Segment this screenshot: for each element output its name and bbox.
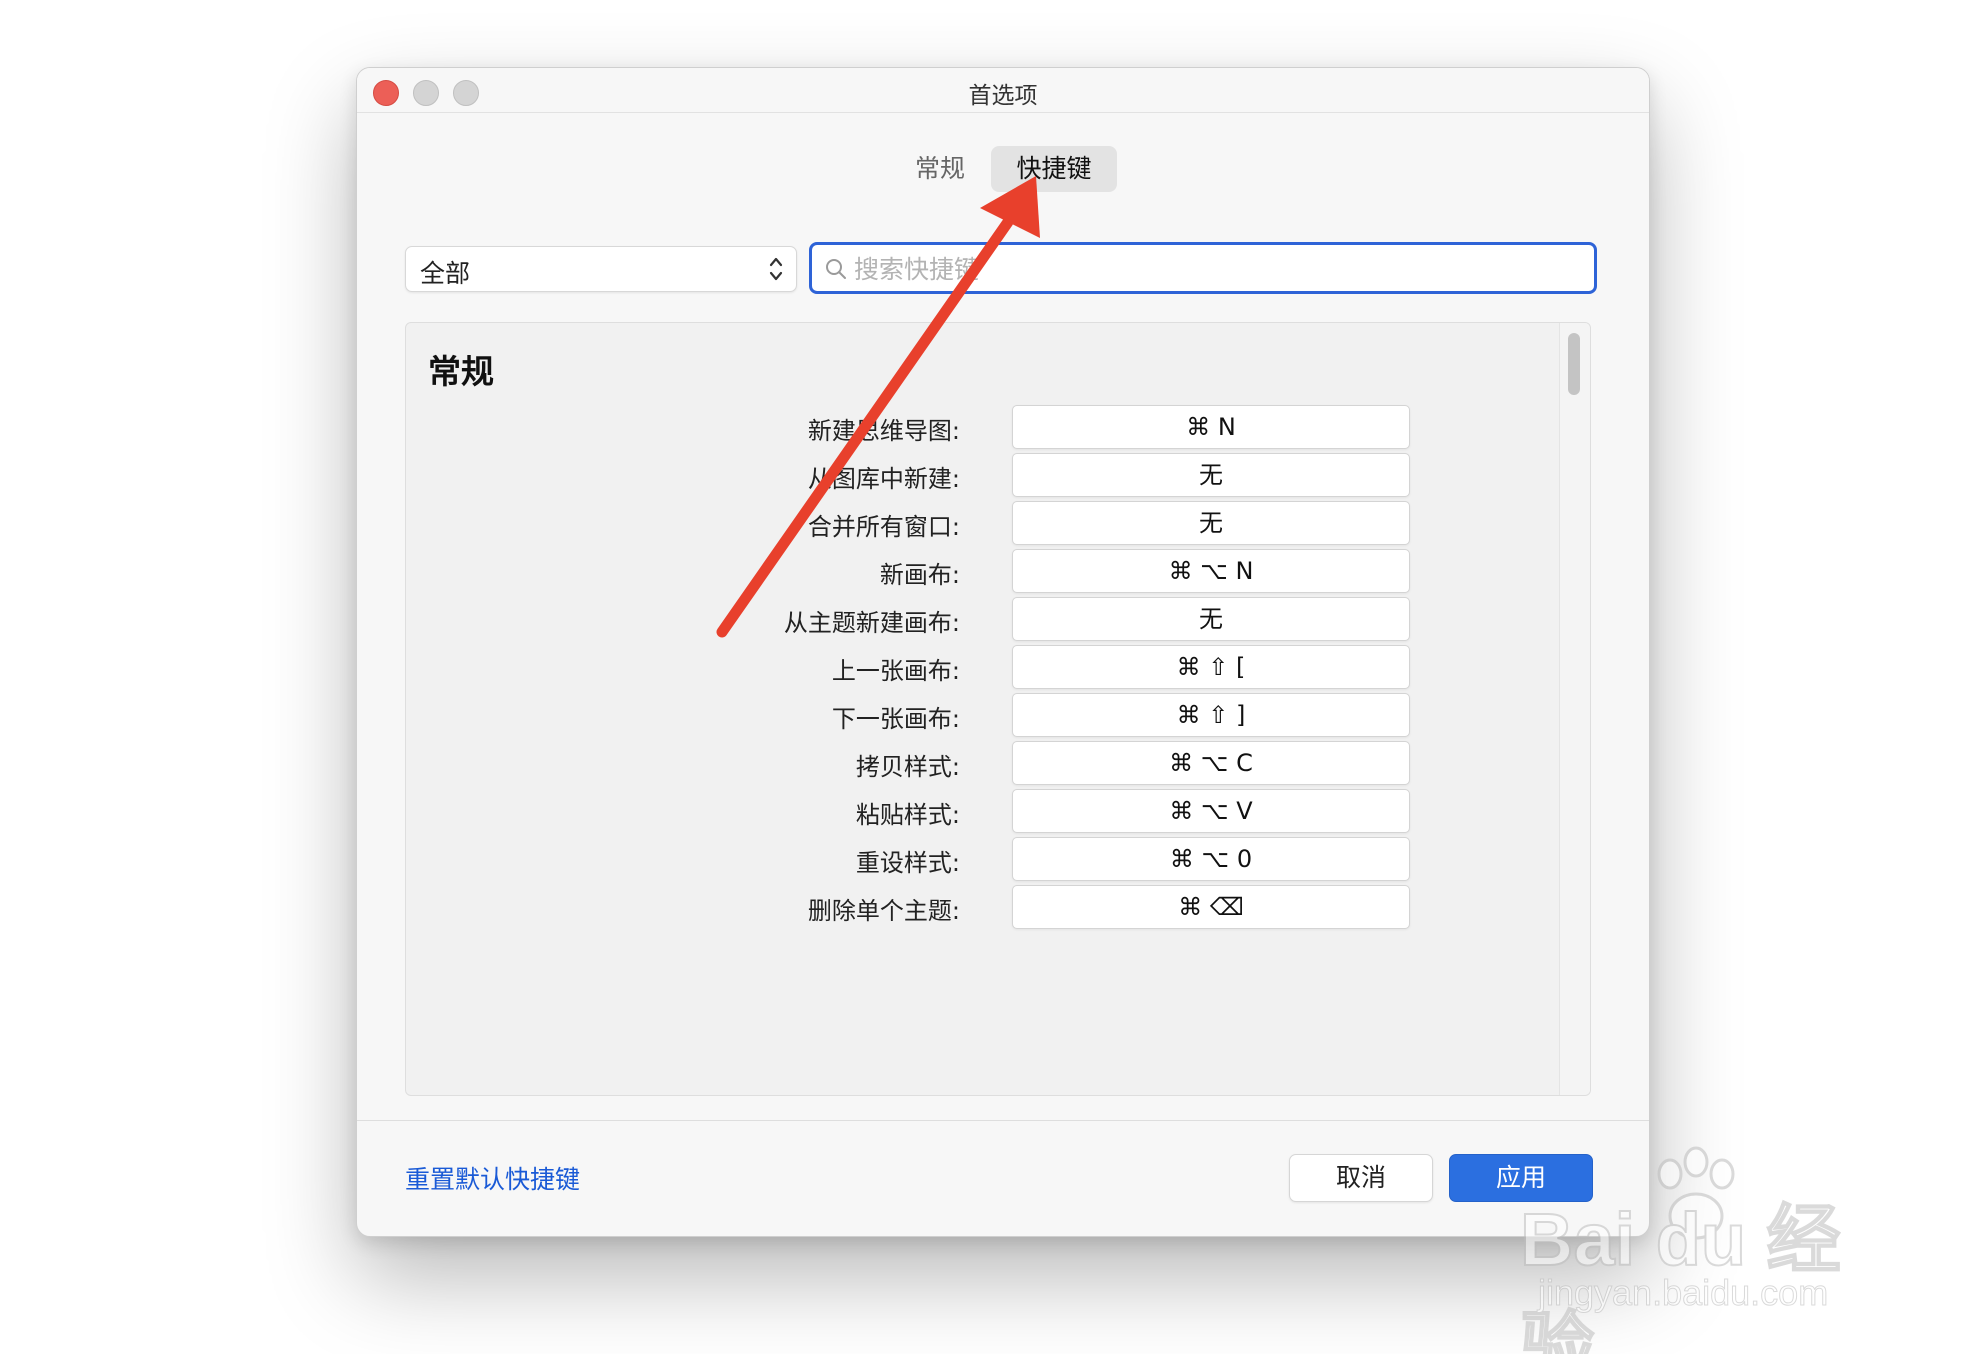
shortcut-row: 新建思维导图: ⌘ N — [406, 405, 1556, 449]
shortcut-key-field[interactable]: ⌘ ⌫ — [1012, 885, 1410, 929]
preferences-tabs: 常规 快捷键 — [357, 146, 1649, 192]
shortcut-label: 删除单个主题: — [807, 897, 960, 925]
updown-chevron-icon — [769, 257, 783, 281]
shortcut-label: 从主题新建画布: — [783, 609, 960, 637]
shortcut-key-field[interactable]: ⌘ ⌥ C — [1012, 741, 1410, 785]
search-icon — [826, 259, 846, 279]
tab-shortcuts[interactable]: 快捷键 — [991, 146, 1117, 192]
shortcut-row: 合并所有窗口: 无 — [406, 501, 1556, 545]
shortcut-row: 粘贴样式: ⌘ ⌥ V — [406, 789, 1556, 833]
shortcut-label: 重设样式: — [855, 849, 960, 877]
search-input[interactable] — [852, 245, 1576, 293]
shortcut-label: 新建思维导图: — [807, 417, 960, 445]
shortcut-key-field[interactable]: ⌘ ⌥ V — [1012, 789, 1410, 833]
title-bar: 首选项 — [357, 68, 1649, 113]
tab-general[interactable]: 常规 — [897, 146, 983, 192]
shortcut-label: 上一张画布: — [831, 657, 960, 685]
footer-divider — [357, 1120, 1649, 1121]
section-title: 常规 — [428, 352, 494, 391]
shortcut-row: 下一张画布: ⌘ ⇧ ] — [406, 693, 1556, 737]
shortcut-key-field[interactable]: ⌘ ⌥ N — [1012, 549, 1410, 593]
reset-defaults-link[interactable]: 重置默认快捷键 — [405, 1160, 580, 1196]
shortcut-key-field[interactable]: 无 — [1012, 453, 1410, 497]
scrollbar-thumb[interactable] — [1568, 333, 1580, 395]
watermark-brand: Bai du 经验 — [1519, 1197, 1842, 1354]
shortcut-label: 拷贝样式: — [855, 753, 960, 781]
cancel-button[interactable]: 取消 — [1289, 1154, 1433, 1202]
shortcut-key-field[interactable]: 无 — [1012, 501, 1410, 545]
shortcut-row: 删除单个主题: ⌘ ⌫ — [406, 885, 1556, 929]
shortcut-row: 上一张画布: ⌘ ⇧ [ — [406, 645, 1556, 689]
shortcut-label: 合并所有窗口: — [807, 513, 960, 541]
shortcut-key-field[interactable]: ⌘ N — [1012, 405, 1410, 449]
scrollbar[interactable] — [1559, 323, 1590, 1095]
baidu-watermark: Bai du 经验 jingyan.baidu.com — [1519, 1140, 1900, 1354]
watermark-url: jingyan.baidu.com — [1537, 1272, 1829, 1314]
shortcut-label: 新画布: — [879, 561, 960, 589]
category-select-value: 全部 — [420, 259, 471, 288]
shortcut-label: 从图库中新建: — [807, 465, 960, 493]
window-title: 首选项 — [968, 83, 1038, 109]
shortcut-row: 拷贝样式: ⌘ ⌥ C — [406, 741, 1556, 785]
shortcut-key-field[interactable]: ⌘ ⇧ [ — [1012, 645, 1410, 689]
shortcut-row: 从主题新建画布: 无 — [406, 597, 1556, 641]
shortcut-label: 粘贴样式: — [855, 801, 960, 829]
shortcut-row: 重设样式: ⌘ ⌥ 0 — [406, 837, 1556, 881]
shortcut-key-field[interactable]: ⌘ ⌥ 0 — [1012, 837, 1410, 881]
search-field[interactable] — [809, 242, 1597, 294]
screenshot-stage: 首选项 常规 快捷键 全部 常规 新建思维导图: ⌘ N — [0, 0, 1976, 1354]
shortcut-list-panel: 常规 新建思维导图: ⌘ N 从图库中新建: 无 合并所有窗口: 无 新画布: … — [405, 322, 1591, 1096]
preferences-window: 首选项 常规 快捷键 全部 常规 新建思维导图: ⌘ N — [356, 67, 1650, 1237]
shortcut-row: 新画布: ⌘ ⌥ N — [406, 549, 1556, 593]
shortcut-label: 下一张画布: — [831, 705, 960, 733]
category-select[interactable]: 全部 — [405, 246, 797, 292]
shortcut-key-field[interactable]: 无 — [1012, 597, 1410, 641]
shortcut-key-field[interactable]: ⌘ ⇧ ] — [1012, 693, 1410, 737]
shortcut-row: 从图库中新建: 无 — [406, 453, 1556, 497]
